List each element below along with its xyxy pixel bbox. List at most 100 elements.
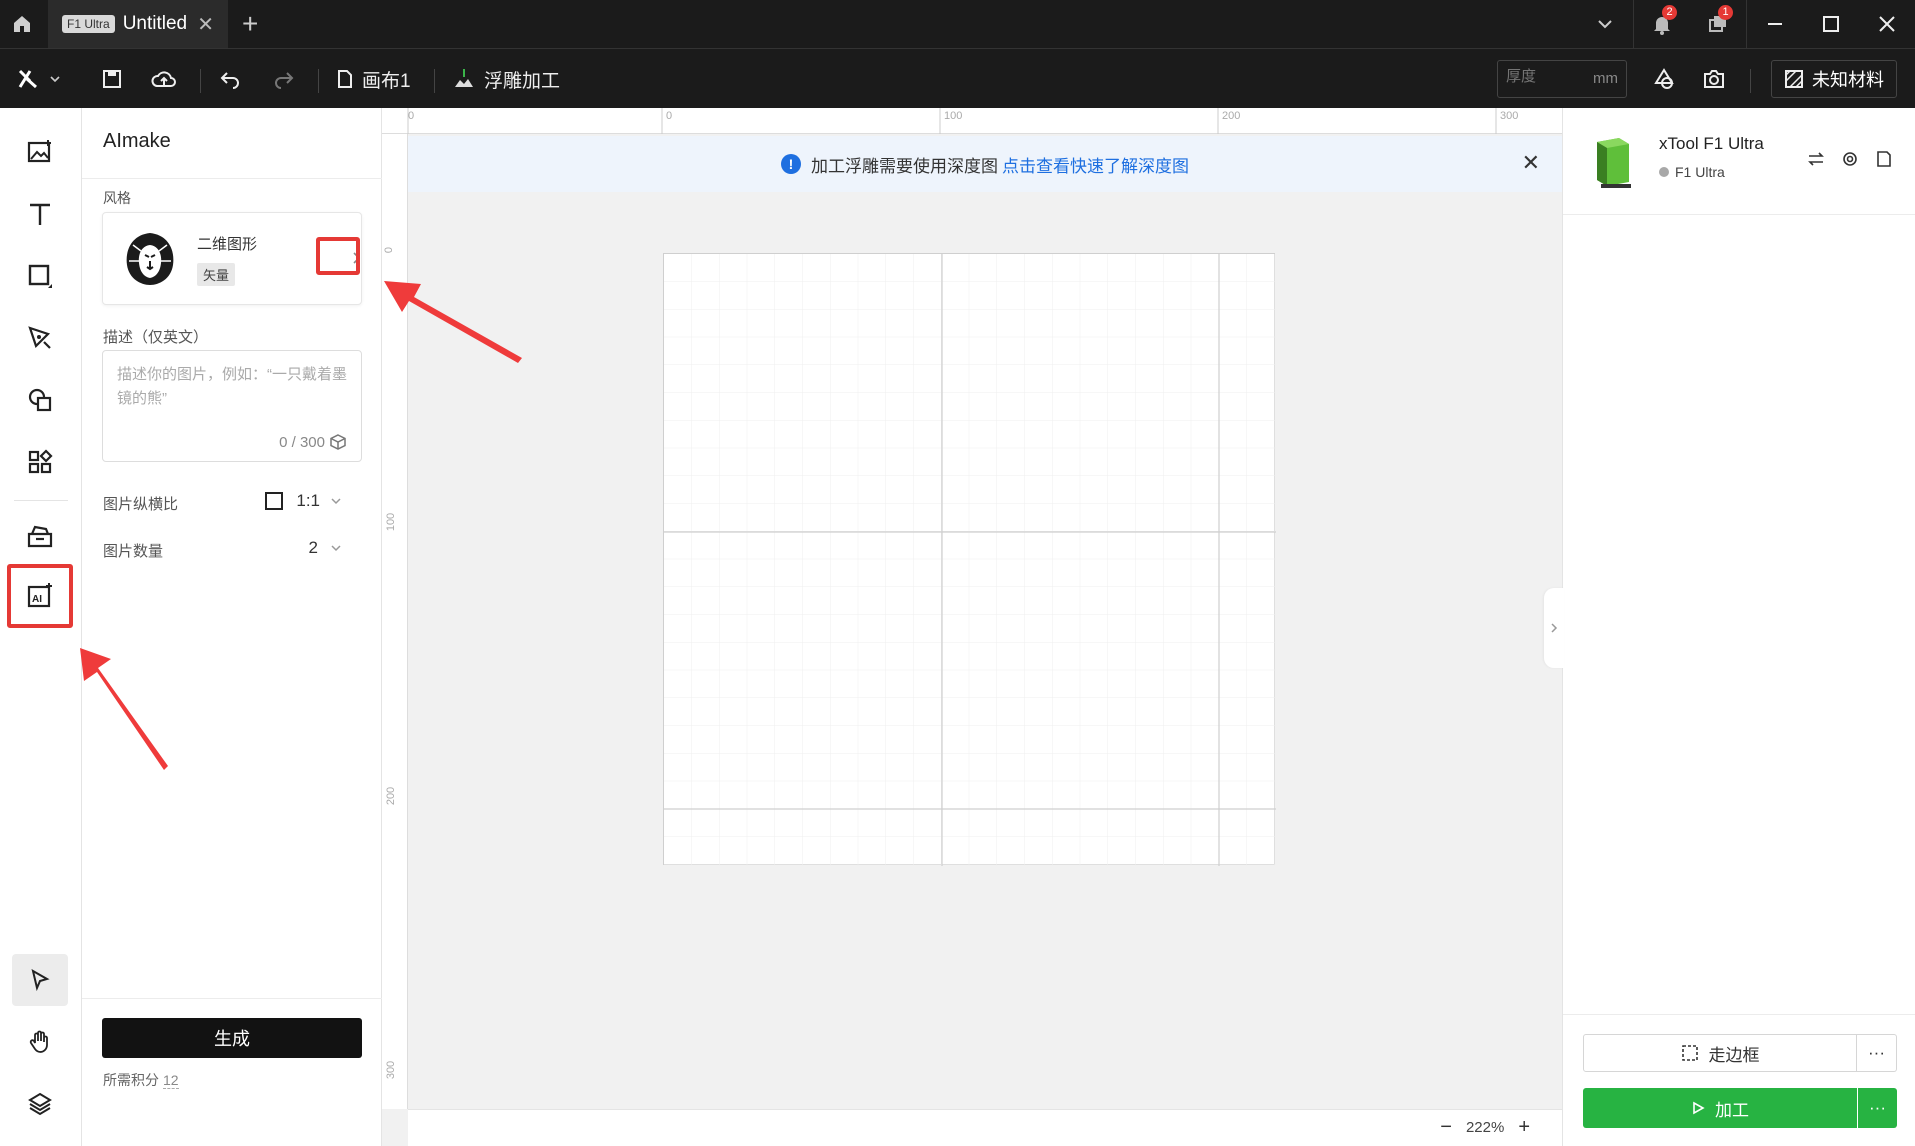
shapes-library-icon <box>28 388 52 412</box>
info-icon: ! <box>781 154 801 174</box>
notice-text: 加工浮雕需要使用深度图 <box>811 156 998 176</box>
apps-grid-icon <box>28 449 53 474</box>
image-count-value: 2 <box>308 538 318 557</box>
device-settings-icon[interactable] <box>1841 150 1859 168</box>
frame-button[interactable]: 走边框 <box>1583 1034 1857 1072</box>
process-button[interactable]: 加工 <box>1583 1088 1857 1128</box>
image-count-select[interactable]: 2 <box>309 538 342 558</box>
panel-divider <box>82 178 382 179</box>
processing-mode-selector[interactable]: 浮雕加工 <box>452 49 560 109</box>
panel-divider <box>1563 1014 1915 1015</box>
ruler-label: 0 <box>408 110 415 122</box>
relief-engrave-icon <box>455 69 473 87</box>
pen-icon <box>28 326 51 349</box>
process-label: 加工 <box>1715 1100 1749 1120</box>
notifications-badge: 2 <box>1662 5 1677 20</box>
cloud-upload-icon <box>151 71 176 87</box>
messages-button[interactable]: 1 <box>1690 0 1746 48</box>
process-more-button[interactable]: ··· <box>1858 1088 1897 1128</box>
ruler-label: 200 <box>385 786 398 806</box>
chevron-right-icon <box>1551 623 1558 633</box>
thickness-input[interactable] <box>1506 68 1586 85</box>
frame-more-button[interactable]: ··· <box>1857 1034 1897 1072</box>
maximize-icon <box>1823 16 1839 32</box>
zoom-in-button[interactable]: + <box>1518 1116 1530 1139</box>
toolbar-divider <box>318 69 319 93</box>
cube-icon[interactable] <box>329 433 347 451</box>
ruler-label: 100 <box>944 110 963 122</box>
device-status: F1 Ultra <box>1659 164 1725 180</box>
tab-close-icon[interactable]: ✕ <box>197 12 214 37</box>
layers-tool-button[interactable] <box>12 1078 68 1130</box>
canvas-artboard[interactable] <box>663 253 1276 866</box>
image-count-row: 图片数量 2 <box>102 534 362 564</box>
new-tab-button[interactable]: + <box>242 8 258 40</box>
device-save-icon[interactable] <box>1875 150 1893 168</box>
tab-title: Untitled <box>122 13 188 34</box>
collapse-right-panel-button[interactable] <box>1544 588 1564 668</box>
description-label: 描述（仅英文） <box>103 329 209 346</box>
credits-value: 12 <box>163 1072 179 1089</box>
layers-icon <box>28 1092 52 1116</box>
maximize-button[interactable] <box>1803 0 1859 48</box>
canvas-grid <box>664 254 1276 866</box>
frame-icon <box>1681 1045 1698 1061</box>
minimize-icon <box>1768 23 1782 25</box>
thickness-field[interactable]: mm <box>1497 60 1627 98</box>
document-tab[interactable]: F1 Ultra Untitled ✕ <box>48 0 228 48</box>
toolbar-divider <box>434 69 435 93</box>
text-tool-button[interactable] <box>12 188 68 240</box>
home-icon <box>14 16 30 32</box>
close-window-button[interactable] <box>1859 0 1915 48</box>
aspect-ratio-row: 图片纵横比 1:1 <box>102 487 362 517</box>
switch-device-icon[interactable] <box>1807 150 1825 168</box>
apps-tool-button[interactable] <box>12 436 68 488</box>
shapes-icon <box>1654 68 1674 89</box>
style-tag: 矢量 <box>197 263 236 286</box>
image-count-label: 图片数量 <box>103 543 164 560</box>
chevron-down-icon <box>50 76 60 83</box>
ruler-vertical: 0 100 200 300 <box>382 134 408 1109</box>
title-bar: F1 Ultra Untitled ✕ + 2 1 <box>0 0 1915 48</box>
redo-button[interactable] <box>264 49 304 109</box>
aspect-ratio-select[interactable]: 1:1 <box>264 491 342 511</box>
pan-tool-button[interactable] <box>12 1016 68 1068</box>
device-badge: F1 Ultra <box>62 15 115 33</box>
thickness-unit: mm <box>1593 70 1618 87</box>
notice-close-icon[interactable]: ✕ <box>1522 150 1540 176</box>
material-selector[interactable]: 未知材料 <box>1771 60 1897 98</box>
image-tool-button[interactable] <box>12 126 68 178</box>
undo-button[interactable] <box>210 49 250 109</box>
zoom-level: 222% <box>1465 1119 1505 1136</box>
elements-tool-button[interactable] <box>12 374 68 426</box>
ruler-ticks-horizontal <box>407 108 1497 134</box>
project-box-icon <box>27 525 53 548</box>
shape-tool-button[interactable] <box>12 250 68 302</box>
panel-divider <box>1563 214 1915 215</box>
description-input[interactable] <box>117 363 349 427</box>
notice-link[interactable]: 点击查看快速了解深度图 <box>1002 152 1189 177</box>
zoom-out-button[interactable]: − <box>1440 1116 1452 1139</box>
pen-tool-button[interactable] <box>12 312 68 364</box>
app-menu-button[interactable] <box>10 49 70 109</box>
style-name: 二维图形 <box>197 236 258 253</box>
cloud-upload-button[interactable] <box>144 49 184 109</box>
document-icon <box>338 70 352 88</box>
material-test-button[interactable] <box>1644 49 1684 109</box>
tabs-dropdown-button[interactable] <box>1577 0 1633 48</box>
canvas-selector[interactable]: 画布1 <box>336 49 411 109</box>
panel-title: AImake <box>103 130 171 152</box>
generate-button[interactable]: 生成 <box>102 1018 362 1058</box>
ruler-label: 200 <box>1222 110 1241 122</box>
minimize-button[interactable] <box>1747 0 1803 48</box>
camera-button[interactable] <box>1694 49 1734 109</box>
notifications-button[interactable]: 2 <box>1634 0 1690 48</box>
ruler-label: 300 <box>385 1060 398 1080</box>
home-button[interactable] <box>0 0 44 48</box>
projects-tool-button[interactable] <box>12 510 68 562</box>
save-button[interactable] <box>92 49 132 109</box>
text-icon <box>30 203 50 225</box>
toolbar-divider <box>200 69 201 93</box>
select-tool-button[interactable] <box>12 954 68 1006</box>
messages-badge: 1 <box>1718 5 1733 20</box>
